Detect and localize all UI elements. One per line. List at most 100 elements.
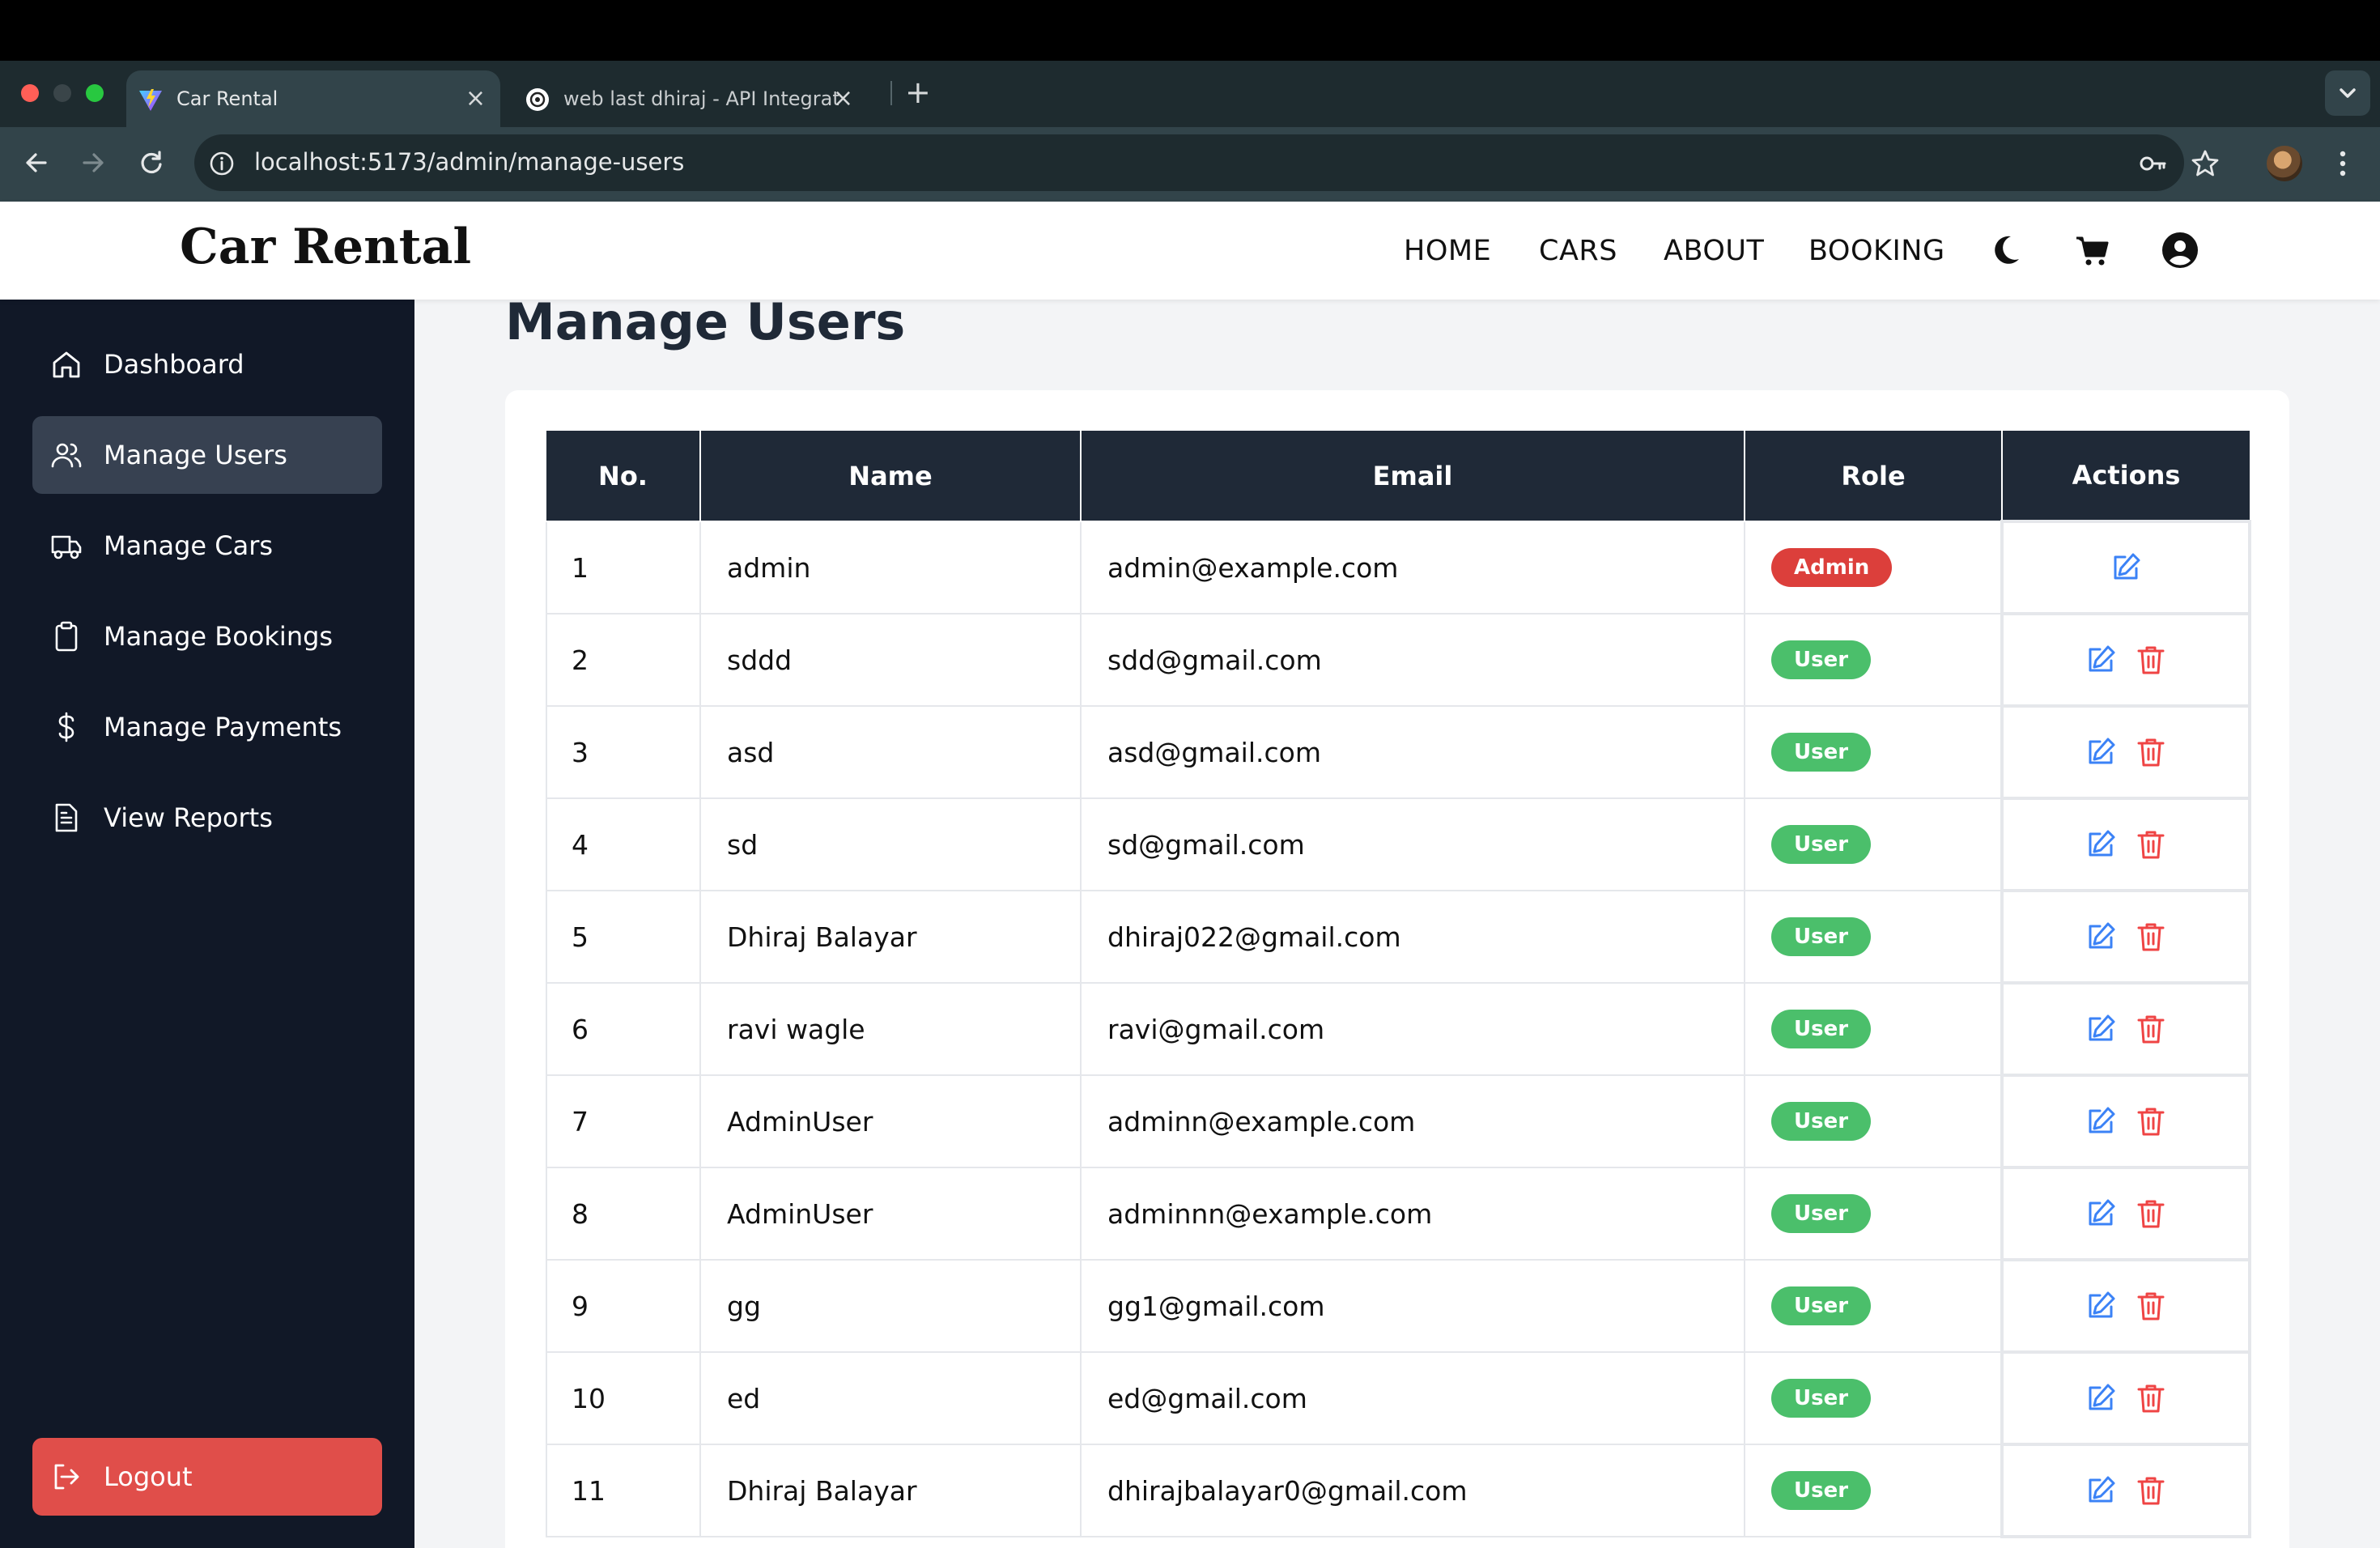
cell-name: sddd bbox=[699, 613, 1082, 707]
tab-title: Car Rental bbox=[176, 87, 278, 110]
cell-name: gg bbox=[699, 1259, 1082, 1353]
nav-link-home[interactable]: HOME bbox=[1404, 235, 1491, 267]
edit-icon[interactable] bbox=[2084, 1197, 2118, 1231]
cell-no: 1 bbox=[546, 521, 701, 615]
sidebar-item-label: Dashboard bbox=[104, 349, 244, 380]
star-icon[interactable] bbox=[2189, 147, 2221, 180]
url-text[interactable]: localhost:5173/admin/manage-users bbox=[254, 146, 684, 178]
cell-no: 7 bbox=[546, 1074, 701, 1168]
tab-title: web last dhiraj - API Integratio bbox=[563, 87, 839, 110]
delete-icon[interactable] bbox=[2134, 1289, 2168, 1323]
window-zoom-button[interactable] bbox=[86, 84, 104, 102]
edit-icon[interactable] bbox=[2084, 1289, 2118, 1323]
table-row: 1 admin admin@example.com Admin bbox=[546, 520, 2251, 615]
sidebar-item-label: Manage Users bbox=[104, 440, 287, 470]
cell-actions bbox=[2000, 1166, 2251, 1261]
cell-actions bbox=[2000, 520, 2251, 615]
nav-link-booking[interactable]: BOOKING bbox=[1808, 235, 1945, 267]
cell-name: asd bbox=[699, 705, 1082, 799]
browser-tab-active[interactable]: Car Rental × bbox=[126, 70, 500, 127]
sidebar-item-view-reports[interactable]: View Reports bbox=[32, 779, 382, 857]
edit-icon[interactable] bbox=[2084, 827, 2118, 861]
cell-name: admin bbox=[699, 521, 1082, 615]
new-tab-icon[interactable]: + bbox=[905, 74, 931, 110]
delete-icon[interactable] bbox=[2134, 1197, 2168, 1231]
tab-close-icon[interactable]: × bbox=[465, 85, 486, 113]
reload-icon[interactable] bbox=[133, 144, 170, 181]
nav-link-about[interactable]: ABOUT bbox=[1664, 235, 1764, 267]
clipboard-icon bbox=[55, 621, 78, 652]
forward-arrow-icon[interactable] bbox=[74, 144, 112, 181]
cell-role: User bbox=[1744, 1259, 2003, 1353]
column-header-role: Role bbox=[1744, 431, 2003, 522]
delete-icon[interactable] bbox=[2134, 827, 2168, 861]
edit-icon[interactable] bbox=[2084, 1104, 2118, 1138]
sidebar-item-manage-cars[interactable]: Manage Cars bbox=[32, 507, 382, 585]
cell-actions bbox=[2000, 797, 2251, 892]
edit-icon[interactable] bbox=[2084, 643, 2118, 677]
edit-icon[interactable] bbox=[2084, 1381, 2118, 1415]
window-close-button[interactable] bbox=[21, 84, 39, 102]
browser-tab-inactive[interactable]: web last dhiraj - API Integratio × bbox=[512, 70, 868, 127]
cell-email: adminnn@example.com bbox=[1080, 1167, 1745, 1261]
sidebar-item-label: Manage Payments bbox=[104, 712, 342, 742]
cell-role: User bbox=[1744, 797, 2003, 891]
profile-avatar[interactable] bbox=[2267, 146, 2302, 181]
tab-search-button[interactable] bbox=[2325, 70, 2370, 116]
edit-icon[interactable] bbox=[2084, 920, 2118, 954]
table-row: 4 sd sd@gmail.com User bbox=[546, 797, 2251, 892]
delete-icon[interactable] bbox=[2134, 1104, 2168, 1138]
sidebar-item-dashboard[interactable]: Dashboard bbox=[32, 325, 382, 403]
site-info-icon[interactable] bbox=[207, 149, 236, 178]
window-minimize-button[interactable] bbox=[53, 84, 71, 102]
more-menu-icon[interactable] bbox=[2333, 146, 2352, 181]
sidebar-item-label: View Reports bbox=[104, 802, 273, 833]
cell-no: 3 bbox=[546, 705, 701, 799]
tab-separator bbox=[890, 81, 892, 105]
document-icon bbox=[55, 803, 78, 832]
tab-close-icon[interactable]: × bbox=[833, 85, 853, 113]
truck-icon bbox=[51, 535, 82, 559]
role-badge: User bbox=[1771, 917, 1872, 956]
cell-email: asd@gmail.com bbox=[1080, 705, 1745, 799]
edit-icon[interactable] bbox=[2084, 1474, 2118, 1508]
brand-logo[interactable]: Car Rental bbox=[180, 219, 471, 275]
cell-name: ravi wagle bbox=[699, 982, 1082, 1076]
moon-icon[interactable] bbox=[1987, 232, 2024, 269]
delete-icon[interactable] bbox=[2134, 1474, 2168, 1508]
column-header-no: No. bbox=[546, 431, 701, 522]
delete-icon[interactable] bbox=[2134, 1381, 2168, 1415]
cell-email: admin@example.com bbox=[1080, 521, 1745, 615]
sidebar-item-label: Manage Cars bbox=[104, 530, 274, 561]
delete-icon[interactable] bbox=[2134, 735, 2168, 769]
sidebar-item-manage-users[interactable]: Manage Users bbox=[32, 416, 382, 494]
edit-icon[interactable] bbox=[2109, 551, 2143, 585]
column-header-email: Email bbox=[1080, 431, 1745, 522]
cart-icon[interactable] bbox=[2074, 232, 2111, 269]
sidebar-item-manage-payments[interactable]: Manage Payments bbox=[32, 688, 382, 766]
back-arrow-icon[interactable] bbox=[18, 144, 55, 181]
sidebar-item-manage-bookings[interactable]: Manage Bookings bbox=[32, 598, 382, 675]
nav-link-cars[interactable]: CARS bbox=[1539, 235, 1617, 267]
cell-actions bbox=[2000, 1074, 2251, 1169]
user-circle-icon[interactable] bbox=[2161, 232, 2199, 269]
key-icon[interactable] bbox=[2137, 147, 2170, 180]
logout-icon bbox=[54, 1464, 79, 1490]
cell-no: 10 bbox=[546, 1351, 701, 1445]
cell-no: 5 bbox=[546, 890, 701, 984]
column-header-actions: Actions bbox=[2001, 431, 2250, 522]
edit-icon[interactable] bbox=[2084, 1012, 2118, 1046]
delete-icon[interactable] bbox=[2134, 643, 2168, 677]
delete-icon[interactable] bbox=[2134, 1012, 2168, 1046]
cell-role: User bbox=[1744, 1351, 2003, 1445]
cell-actions bbox=[2000, 1350, 2251, 1446]
table-row: 11 Dhiraj Balayar dhirajbalayar0@gmail.com… bbox=[546, 1443, 2251, 1538]
logout-button[interactable]: Logout bbox=[32, 1438, 382, 1516]
column-header-name: Name bbox=[699, 431, 1082, 522]
role-badge: User bbox=[1771, 1102, 1872, 1141]
dollar-icon bbox=[58, 712, 74, 742]
cell-name: Dhiraj Balayar bbox=[699, 890, 1082, 984]
edit-icon[interactable] bbox=[2084, 735, 2118, 769]
cell-actions bbox=[2000, 1258, 2251, 1354]
delete-icon[interactable] bbox=[2134, 920, 2168, 954]
